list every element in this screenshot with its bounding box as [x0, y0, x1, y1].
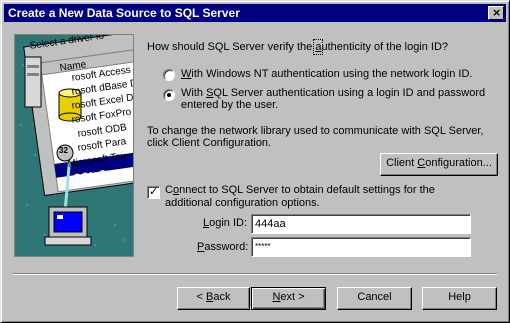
footer-separator: [13, 273, 497, 275]
dialog-window: Create a New Data Source to SQL Server ×: [0, 0, 510, 323]
connect-defaults-label-line2[interactable]: additional configuration options.: [165, 197, 320, 209]
password-label: Password:: [197, 241, 249, 253]
password-field[interactable]: *****: [251, 237, 471, 257]
connect-defaults-label[interactable]: Connect to SQL Server to obtain default …: [165, 184, 435, 196]
help-button[interactable]: Help: [422, 287, 497, 310]
login-id-label: Login ID:: [203, 217, 248, 229]
back-button[interactable]: < Back: [177, 287, 250, 310]
sql-server-auth-label-line2[interactable]: entered by the user.: [181, 99, 278, 111]
sql-server-auth-radio[interactable]: [163, 89, 175, 101]
cancel-button[interactable]: Cancel: [337, 287, 412, 310]
badge-32-icon: 32: [59, 146, 68, 155]
close-button[interactable]: ×: [488, 6, 504, 20]
title-bar[interactable]: Create a New Data Source to SQL Server ×: [4, 4, 506, 22]
network-library-text-line2: click Client Configuration.: [147, 137, 272, 149]
close-icon: ×: [492, 6, 502, 19]
connect-defaults-checkbox[interactable]: ✓: [147, 185, 160, 199]
window-title: Create a New Data Source to SQL Server: [8, 6, 240, 20]
wizard-illustration: Select a driver fo Name rosoft Access D …: [14, 34, 134, 257]
login-id-field[interactable]: 444aa: [251, 214, 471, 234]
windows-nt-auth-label[interactable]: With Windows NT authentication using the…: [181, 68, 472, 80]
windows-nt-auth-radio[interactable]: [163, 69, 175, 81]
next-button[interactable]: Next >: [251, 287, 326, 310]
sql-server-auth-label[interactable]: With SQL Server authentication using a l…: [181, 87, 485, 99]
client-configuration-button[interactable]: Client Configuration...: [380, 153, 498, 176]
checkmark-icon: ✓: [149, 185, 159, 198]
network-library-text: To change the network library used to co…: [147, 125, 484, 137]
radio-selected-dot: [167, 93, 171, 97]
auth-question: How should SQL Server verify the authent…: [147, 39, 449, 55]
